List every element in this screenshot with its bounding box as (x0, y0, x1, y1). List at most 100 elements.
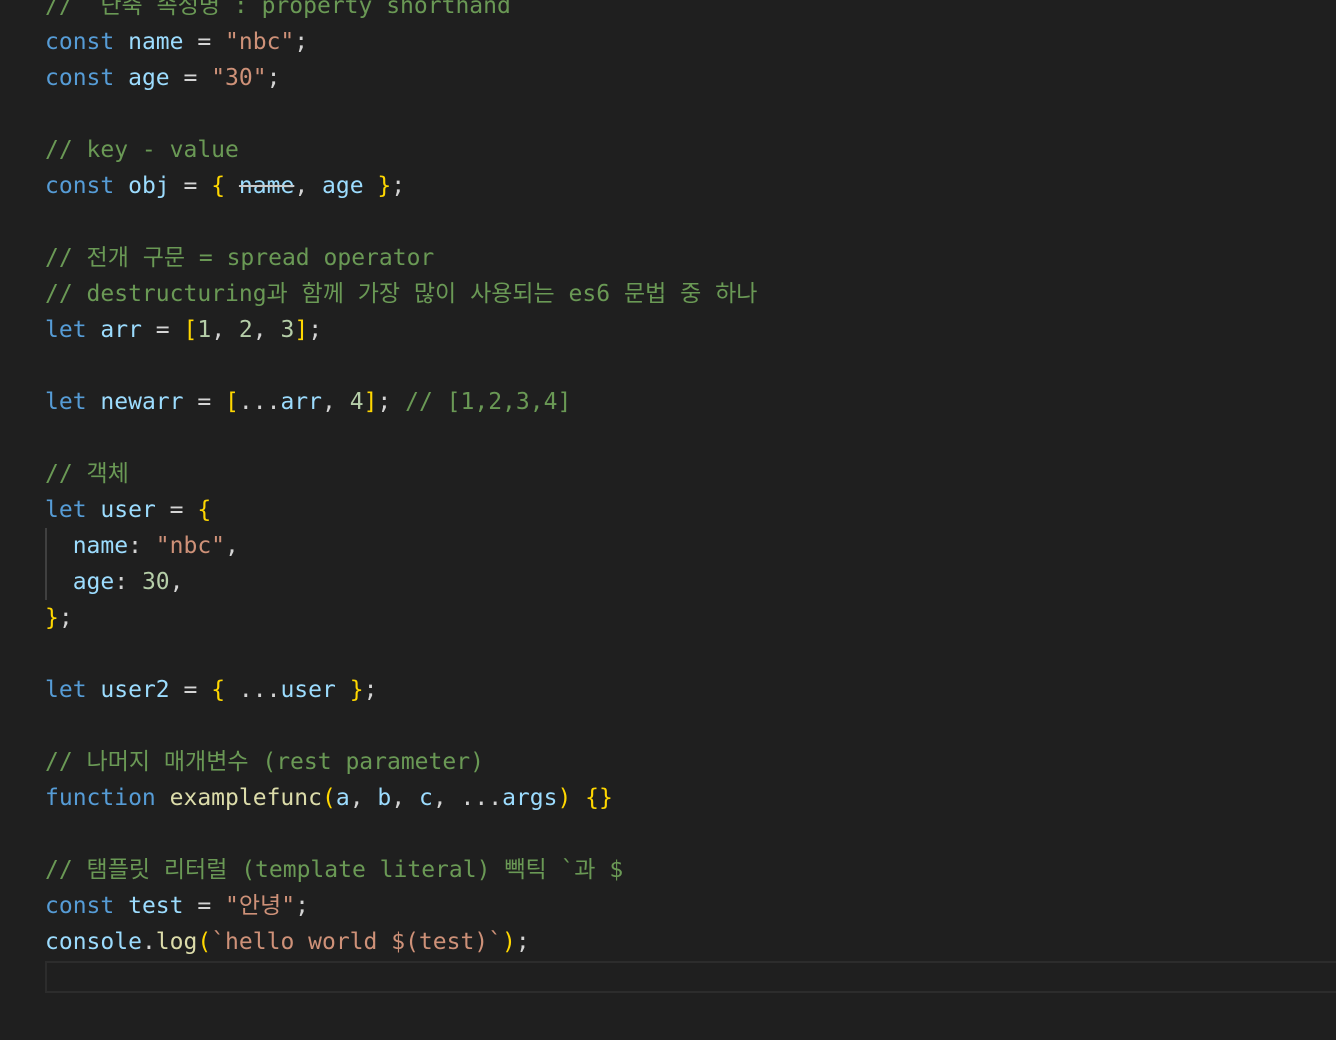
punctuation-token: , ... (432, 785, 503, 811)
comment-token: // 나머지 매개변수 (rest parameter) (45, 749, 484, 775)
keyword-token: const (45, 893, 115, 919)
punctuation-token: , (211, 317, 239, 343)
bracket-token: ] (294, 317, 309, 343)
punctuation-token: = (183, 893, 226, 919)
punctuation-token (364, 173, 378, 199)
code-line[interactable] (45, 636, 757, 672)
code-line[interactable] (45, 708, 757, 744)
punctuation-token: ... (238, 389, 281, 415)
code-line[interactable]: age: 30, (45, 564, 757, 600)
variable-token: age (72, 569, 115, 595)
code-line[interactable]: // 전개 구문 = spread operator (45, 240, 757, 276)
punctuation-token: : (128, 533, 156, 559)
punctuation-token (87, 677, 101, 703)
punctuation-token: ; (294, 29, 309, 55)
punctuation-token (336, 677, 350, 703)
keyword-token: let (45, 677, 87, 703)
punctuation-token: , (294, 173, 323, 199)
comment-token: // 단축 속성명 : property shorthand (45, 0, 511, 19)
bracket-token: ( (197, 929, 212, 955)
bracket-token: {} (585, 785, 613, 811)
punctuation-token: , (225, 533, 239, 559)
bracket-token: { (211, 173, 226, 199)
code-line[interactable] (45, 348, 757, 384)
keyword-token: function (45, 785, 156, 811)
code-line[interactable]: // 나머지 매개변수 (rest parameter) (45, 744, 757, 780)
code-line[interactable]: // destructuring과 함께 가장 많이 사용되는 es6 문법 중… (45, 276, 757, 312)
comment-token: // 탬플릿 리터럴 (template literal) 빽틱 `과 $ (45, 857, 624, 883)
punctuation-token: ; (58, 605, 73, 631)
code-line[interactable]: console.log(`hello world $(test)`); (45, 924, 757, 960)
code-line[interactable]: const name = "nbc"; (45, 24, 757, 60)
keyword-token: let (45, 497, 87, 523)
bracket-token: ) (502, 929, 516, 955)
variable-token: name (72, 533, 129, 559)
code-line[interactable] (45, 96, 757, 132)
punctuation-token: ; (515, 929, 530, 955)
code-line[interactable] (45, 204, 757, 240)
parameter-token: b (377, 785, 392, 811)
punctuation-token: ; (391, 173, 406, 199)
punctuation-token: . (141, 929, 156, 955)
punctuation-token (114, 65, 128, 91)
current-line-highlight (45, 961, 1336, 993)
keyword-token: const (45, 29, 115, 55)
variable-token: user (280, 677, 336, 703)
punctuation-token (87, 497, 101, 523)
punctuation-token: ... (225, 677, 281, 703)
number-token: 4 (349, 389, 364, 415)
bracket-token: [ (225, 389, 239, 415)
keyword-token: let (45, 317, 87, 343)
punctuation-token: = (141, 317, 184, 343)
punctuation-token (225, 173, 239, 199)
punctuation-token: = (155, 497, 198, 523)
punctuation-token: = (169, 173, 212, 199)
punctuation-token: = (183, 389, 226, 415)
code-line[interactable]: let user = { (45, 492, 757, 528)
code-lines[interactable]: // 단축 속성명 : property shorthand const name… (45, 0, 757, 960)
code-line[interactable] (45, 816, 757, 852)
code-line[interactable]: let user2 = { ...user }; (45, 672, 757, 708)
code-line[interactable]: // 객체 (45, 456, 757, 492)
code-editor[interactable]: // 단축 속성명 : property shorthand const name… (0, 0, 1336, 1040)
punctuation-token: : (114, 569, 142, 595)
punctuation-token: ; (377, 389, 406, 415)
variable-token: console (45, 929, 142, 955)
bracket-token: ( (321, 785, 336, 811)
number-token: 1 (197, 317, 212, 343)
bracket-token: } (45, 605, 59, 631)
comment-token: // 객체 (45, 461, 129, 487)
code-line[interactable]: // key - value (45, 132, 757, 168)
function-name-token: examplefunc (169, 785, 322, 811)
code-line[interactable]: let arr = [1, 2, 3]; (45, 312, 757, 348)
punctuation-token: , (391, 785, 419, 811)
code-line[interactable]: function examplefunc(a, b, c, ...args) {… (45, 780, 757, 816)
code-line[interactable]: name: "nbc", (45, 528, 757, 564)
punctuation-token (114, 173, 128, 199)
code-line[interactable]: // 탬플릿 리터럴 (template literal) 빽틱 `과 $ (45, 852, 757, 888)
bracket-token: [ (183, 317, 198, 343)
number-token: 30 (141, 569, 170, 595)
punctuation-token (87, 317, 101, 343)
bracket-token: { (197, 497, 212, 523)
bracket-token: } (377, 173, 392, 199)
bracket-token: ] (363, 389, 378, 415)
punctuation-token (114, 29, 128, 55)
code-line[interactable]: const obj = { name, age }; (45, 168, 757, 204)
code-line[interactable]: }; (45, 600, 757, 636)
bracket-token: ) (557, 785, 572, 811)
punctuation-token (45, 569, 73, 595)
string-token: "nbc" (225, 29, 295, 55)
bracket-token: } (349, 677, 364, 703)
variable-token: user2 (100, 677, 170, 703)
code-line[interactable]: // 단축 속성명 : property shorthand (45, 0, 757, 24)
punctuation-token: , (169, 569, 184, 595)
code-line[interactable]: const age = "30"; (45, 60, 757, 96)
string-token: "30" (211, 65, 267, 91)
comment-token: // [1,2,3,4] (405, 389, 572, 415)
function-name-token: log (155, 929, 198, 955)
code-line[interactable] (45, 420, 757, 456)
code-line[interactable]: const test = "안녕"; (45, 888, 757, 924)
string-token: "안녕" (225, 893, 296, 919)
code-line[interactable]: let newarr = [...arr, 4]; // [1,2,3,4] (45, 384, 757, 420)
